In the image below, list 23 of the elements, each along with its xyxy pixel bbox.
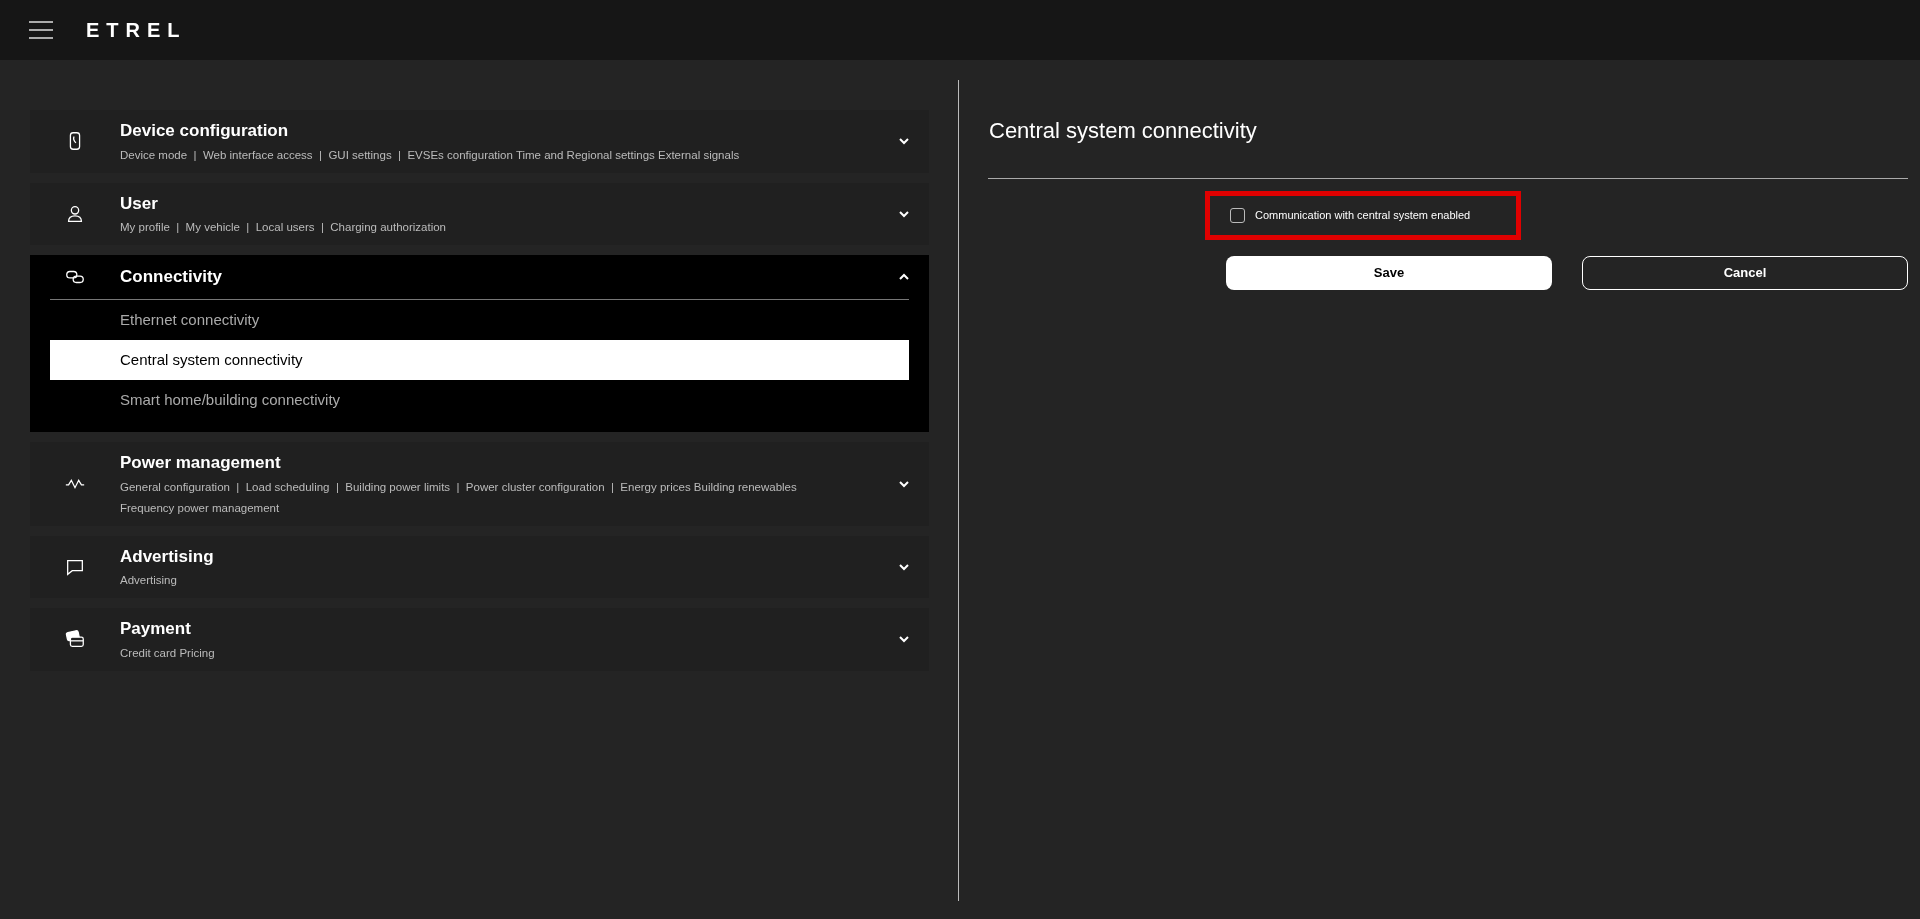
submenu-item[interactable]: Central system connectivity — [50, 340, 909, 380]
checkbox-label: Communication with central system enabled — [1255, 208, 1471, 224]
section-title[interactable]: Device configuration — [120, 118, 879, 144]
section-links[interactable]: Device mode | Web interface access | GUI settings | EVSEs configuration Time and Regional settings External signals — [120, 145, 879, 165]
checkbox[interactable] — [1230, 208, 1245, 223]
section-title[interactable]: Advertising — [120, 543, 879, 569]
section-links[interactable]: General configuration | Load scheduling | Building power limits | Power cluster configuration | Energy prices Building renewables — [120, 477, 879, 497]
panel-title: Central system connectivity — [988, 117, 1258, 145]
logo: ETREL — [86, 18, 187, 43]
section-title[interactable]: Connectivity — [120, 264, 879, 290]
cancel-button[interactable]: Cancel — [1582, 256, 1908, 290]
submenu-item[interactable]: Ethernet connectivity — [50, 300, 909, 340]
submenu-item[interactable]: Smart home/building connectivity — [50, 380, 909, 420]
checkbox-row[interactable]: Communication with central system enabled — [1205, 191, 1521, 240]
section-links[interactable]: Credit card Pricing — [120, 643, 879, 663]
section-title[interactable]: Power management — [120, 450, 879, 476]
save-button[interactable]: Save — [1226, 256, 1552, 290]
section-title[interactable]: Payment — [120, 616, 879, 642]
section-links[interactable]: Advertising — [120, 571, 879, 590]
section-links[interactable]: My profile | My vehicle | Local users | Charging authorization — [120, 218, 879, 237]
section-title[interactable]: User — [120, 190, 879, 216]
menu-icon[interactable] — [28, 20, 54, 40]
section-links[interactable]: Frequency power management — [120, 498, 879, 518]
